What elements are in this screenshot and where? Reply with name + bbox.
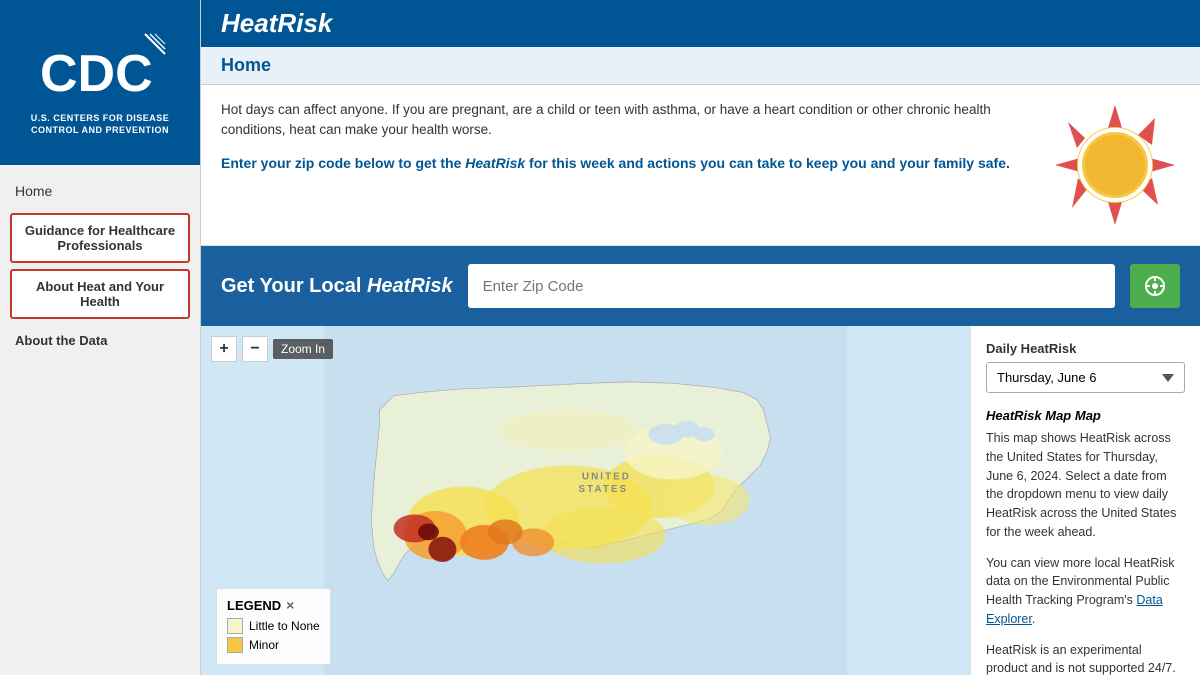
legend-color-2: [227, 637, 243, 653]
nav-home[interactable]: Home: [0, 175, 200, 207]
svg-text:CDC: CDC: [40, 45, 153, 103]
app-title: HeatRisk: [221, 8, 1180, 39]
legend-item-1: Little to None: [227, 618, 320, 634]
content-area: + − Zoom In: [201, 326, 1200, 675]
right-panel: Daily HeatRisk Thursday, June 6 Friday, …: [970, 326, 1200, 675]
legend-color-1: [227, 618, 243, 634]
hero-paragraph: Hot days can affect anyone. If you are p…: [221, 100, 1030, 141]
hero-text: Hot days can affect anyone. If you are p…: [221, 100, 1050, 186]
legend: LEGEND × Little to None Minor: [216, 588, 331, 665]
location-icon: [1143, 274, 1167, 298]
map-description-1: This map shows HeatRisk across the Unite…: [986, 429, 1185, 542]
hero-section: Hot days can affect anyone. If you are p…: [201, 85, 1200, 246]
legend-title: LEGEND ×: [227, 597, 320, 613]
header: HeatRisk: [201, 0, 1200, 47]
map-area: + − Zoom In: [201, 326, 970, 675]
main-content: HeatRisk Home Hot days can affect anyone…: [200, 0, 1200, 675]
sidebar: CDC U.S. CENTERS FOR DISEASE CONTROL AND…: [0, 0, 200, 675]
nav-item-guidance[interactable]: Guidance for Healthcare Professionals: [10, 213, 190, 263]
cdc-logo: CDC: [30, 29, 170, 109]
daily-heatrisk-label: Daily HeatRisk: [986, 341, 1185, 356]
zip-bar: Get Your Local HeatRisk: [201, 246, 1200, 326]
legend-label: LEGEND: [227, 598, 281, 613]
map-section-title: HeatRisk Map Map: [986, 408, 1185, 423]
zoom-out-button[interactable]: −: [242, 336, 268, 362]
zip-input[interactable]: [468, 264, 1115, 308]
legend-close[interactable]: ×: [286, 597, 294, 613]
map-controls: + − Zoom In: [211, 336, 333, 362]
hero-cta: Enter your zip code below to get the Hea…: [221, 153, 1030, 174]
legend-label-2: Minor: [249, 638, 279, 652]
page-title-bar: Home: [201, 47, 1200, 85]
sun-graphic: [1050, 100, 1180, 230]
cdc-tagline: U.S. CENTERS FOR DISEASE CONTROL AND PRE…: [31, 113, 170, 136]
map-text-2b: .: [1032, 612, 1035, 626]
zip-bar-title: Get Your Local HeatRisk: [221, 275, 453, 298]
svg-text:UNITED: UNITED: [582, 472, 631, 483]
zoom-in-button[interactable]: +: [211, 336, 237, 362]
cdc-logo-area: CDC U.S. CENTERS FOR DISEASE CONTROL AND…: [0, 0, 200, 165]
legend-label-1: Little to None: [249, 619, 320, 633]
date-select[interactable]: Thursday, June 6 Friday, June 7 Saturday…: [986, 362, 1185, 393]
map-description-2: You can view more local HeatRisk data on…: [986, 554, 1185, 629]
page-title: Home: [221, 55, 1180, 76]
nav-menu: Home Guidance for Healthcare Professiona…: [0, 165, 200, 675]
nav-item-data[interactable]: About the Data: [0, 325, 200, 356]
nav-item-heat-health[interactable]: About Heat and Your Health: [10, 269, 190, 319]
map-description-3: HeatRisk is an experimental product and …: [986, 641, 1185, 675]
svg-text:STATES: STATES: [579, 484, 629, 495]
location-button[interactable]: [1130, 264, 1180, 308]
zoom-in-label: Zoom In: [273, 339, 333, 359]
legend-item-2: Minor: [227, 637, 320, 653]
